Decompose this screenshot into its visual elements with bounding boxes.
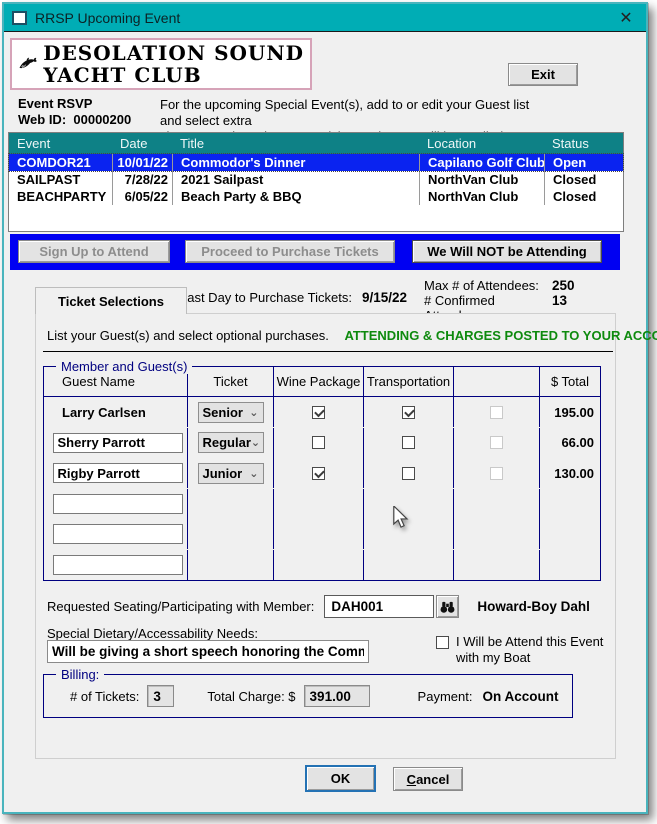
member-guests-group: Member and Guest(s) Guest Name Ticket Wi… (43, 359, 601, 581)
attending-note: ATTENDING & CHARGES POSTED TO YOUR ACCOU… (344, 328, 657, 343)
not-attending-button[interactable]: We Will NOT be Attending (412, 240, 602, 263)
extra-checkbox-row3 (490, 466, 503, 480)
web-id-label: Web ID: (18, 112, 67, 127)
event-row-sailpast[interactable]: SAILPAST 7/28/22 2021 Sailpast NorthVan … (9, 171, 623, 188)
web-id-value: 00000200 (73, 112, 132, 127)
guest-name-input-row4[interactable] (52, 493, 183, 514)
column-header-event: Event (17, 136, 51, 151)
boat-checkbox-label: I Will be Attend this Event with my Boat (456, 634, 604, 665)
club-name: DESOLATION SOUND YACHT CLUB (43, 40, 304, 87)
column-header-title: Title (180, 136, 205, 151)
chevron-down-icon: ⌄ (249, 467, 259, 480)
wine-checkbox-row2[interactable] (312, 436, 325, 450)
sign-up-button[interactable]: Sign Up to Attend (18, 240, 170, 263)
guest-col-total: $ Total (539, 367, 600, 397)
event-row-comdor21[interactable]: COMDOR21 10/01/22 Commodor's Dinner Capi… (8, 153, 624, 172)
ticket-selections-panel: List your Guest(s) and select optional p… (35, 313, 657, 759)
club-logo: DESOLATION SOUND YACHT CLUB (10, 38, 312, 90)
guest-name-input-row2[interactable] (52, 432, 183, 453)
guest-col-wine: Wine Package (273, 367, 363, 397)
window-icon (12, 10, 27, 25)
window-title: RRSP Upcoming Event (35, 9, 181, 26)
billing-group: Billing: # of Tickets: Total Charge: $ P… (43, 667, 573, 718)
transportation-checkbox-row3[interactable] (402, 466, 415, 480)
wine-checkbox-row1[interactable] (312, 405, 325, 419)
payment-label: Payment: (417, 688, 473, 704)
total-charge-label: Total Charge: $ (207, 688, 296, 704)
guest-col-ticket: Ticket (187, 367, 273, 397)
total-row2: 66.00 (539, 427, 600, 458)
transportation-checkbox-row1[interactable] (402, 405, 415, 419)
guest-col-extra (453, 367, 539, 397)
tickets-count-input (147, 685, 175, 707)
event-row-beachparty[interactable]: BEACHPARTY 6/05/22 Beach Party & BBQ Nor… (9, 188, 623, 205)
chevron-down-icon: ⌄ (250, 437, 261, 450)
guest-col-transportation: Transportation (363, 367, 453, 397)
exit-button[interactable]: Exit (508, 63, 578, 86)
last-day-row: Last Day to Purchase Tickets: 9/15/22 (180, 290, 407, 305)
guest-name-input-row6[interactable] (52, 554, 183, 575)
event-rsvp-title: Event RSVP (18, 96, 93, 111)
events-table: Event Date Title Location Status COMDOR2… (8, 132, 624, 232)
total-charge-input (303, 685, 370, 707)
ticket-dropdown-row1[interactable]: Senior ⌄ (197, 401, 264, 423)
transportation-checkbox-row2[interactable] (402, 436, 415, 450)
boat-checkbox[interactable] (436, 636, 449, 649)
ok-button[interactable]: OK (305, 765, 376, 792)
orca-icon (19, 57, 37, 69)
guest-hint-text: List your Guest(s) and select optional p… (47, 328, 329, 343)
wine-checkbox-row3[interactable] (312, 466, 325, 480)
last-day-label: Last Day to Purchase Tickets: (180, 290, 352, 305)
guest-name-input-row5[interactable] (52, 524, 183, 545)
billing-group-label: Billing: (56, 667, 105, 682)
title-bar: RRSP Upcoming Event ✕ (4, 4, 646, 32)
member-lookup-button[interactable] (436, 595, 460, 618)
extra-checkbox-row2 (490, 436, 503, 450)
member-guests-group-label: Member and Guest(s) (56, 359, 193, 374)
ticket-dropdown-row2[interactable]: Regular ⌄ (197, 432, 264, 454)
column-header-location: Location (427, 136, 477, 151)
tickets-count-label: # of Tickets: (70, 688, 140, 704)
binoculars-icon (440, 601, 455, 613)
events-table-header: Event Date Title Location Status (9, 133, 623, 154)
action-bar: Sign Up to Attend Proceed to Purchase Ti… (10, 234, 620, 270)
column-header-status: Status (552, 136, 589, 151)
dietary-input[interactable] (47, 640, 369, 663)
extra-checkbox-row1 (490, 405, 503, 419)
max-attendees-value: 250 (552, 278, 575, 293)
payment-value: On Account (482, 688, 559, 704)
max-attendees-label: Max # of Attendees: (424, 278, 539, 293)
divider-line (43, 351, 613, 352)
seating-label: Requested Seating/Participating with Mem… (47, 599, 315, 614)
rsvp-dialog-window: RRSP Upcoming Event ✕ DESOLATION SOUND Y… (2, 2, 657, 814)
close-icon[interactable]: ✕ (614, 8, 638, 28)
guest-name-input-row3[interactable] (52, 463, 183, 484)
guest-name-member: Larry Carlsen (62, 404, 146, 420)
ticket-dropdown-row3[interactable]: Junior ⌄ (197, 462, 264, 484)
member-code-input[interactable] (324, 595, 435, 618)
cancel-button[interactable]: Cancel (393, 767, 463, 791)
dietary-label: Special Dietary/Accessability Needs: (47, 626, 258, 641)
total-row1: 195.00 (539, 397, 600, 428)
mouse-cursor (393, 506, 409, 528)
tab-ticket-selections[interactable]: Ticket Selections (35, 287, 187, 314)
column-header-date: Date (120, 136, 148, 151)
member-name-text: Howard-Boy Dahl (477, 599, 590, 614)
purchase-tickets-button[interactable]: Proceed to Purchase Tickets (185, 240, 395, 263)
chevron-down-icon: ⌄ (249, 406, 259, 419)
total-row3: 130.00 (539, 458, 600, 489)
event-rsvp-block: Event RSVP Web ID: 00000200 (18, 96, 131, 128)
last-day-value: 9/15/22 (361, 290, 408, 305)
